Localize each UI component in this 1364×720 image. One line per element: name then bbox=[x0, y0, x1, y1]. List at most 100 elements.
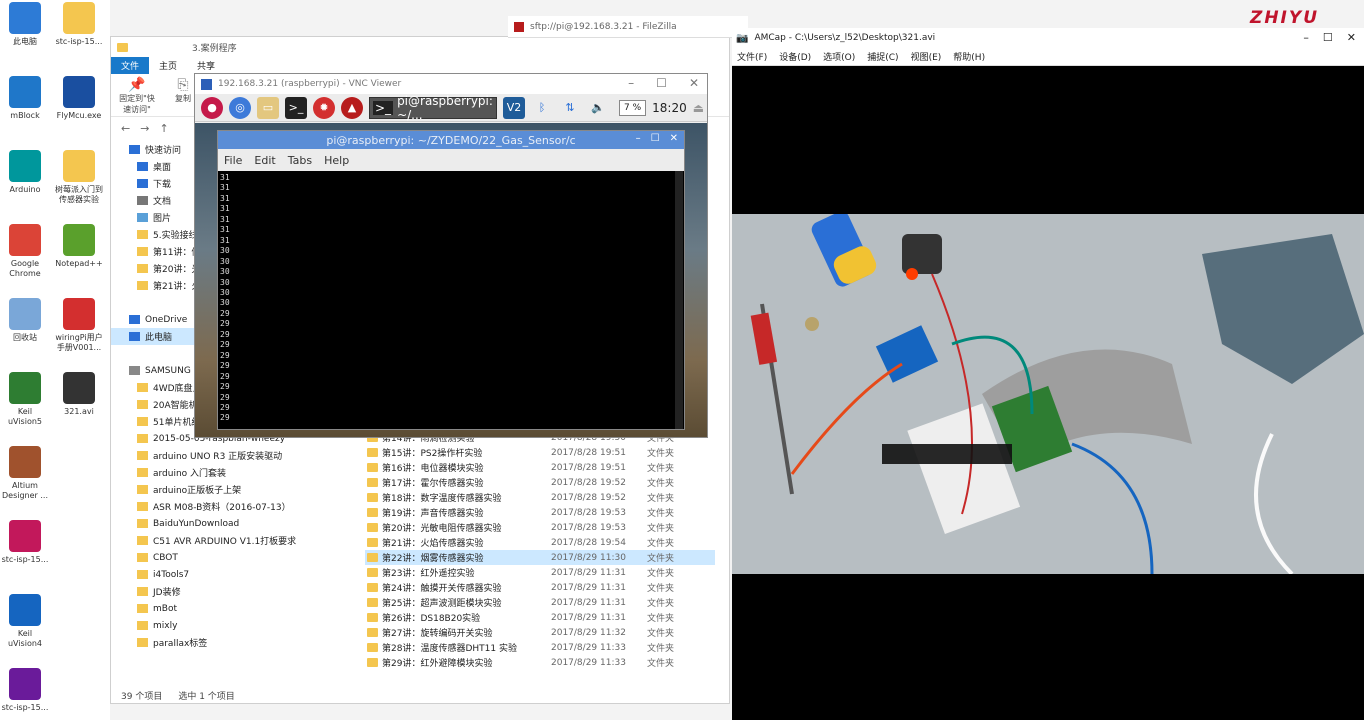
desktop-icon-b1[interactable]: FlyMcu.exe bbox=[54, 76, 104, 121]
brand-logo: ZHIYU bbox=[1250, 8, 1319, 28]
nav-item[interactable]: arduino 入门套装 bbox=[111, 464, 351, 481]
desktop-icon-a7[interactable]: stc-isp-15... bbox=[0, 520, 50, 565]
tab-home[interactable]: 主页 bbox=[149, 57, 187, 74]
desktop-icon-a8[interactable]: Keil uVision4 bbox=[0, 594, 50, 649]
desktop-icon-a3[interactable]: Google Chrome bbox=[0, 224, 50, 279]
folder-icon bbox=[137, 604, 148, 613]
menu-help[interactable]: Help bbox=[324, 154, 349, 167]
terminal-close-icon[interactable]: ✕ bbox=[670, 133, 678, 144]
menu-tabs[interactable]: Tabs bbox=[288, 154, 312, 167]
desktop-icon-label: stc-isp-15... bbox=[1, 555, 49, 564]
browser-icon[interactable]: ◎ bbox=[229, 96, 251, 119]
menu-am-help[interactable]: 帮助(H) bbox=[953, 50, 985, 63]
filezilla-window[interactable]: sftp://pi@192.168.3.21 - FileZilla bbox=[508, 16, 748, 38]
desktop-icon-b5[interactable]: 321.avi bbox=[54, 372, 104, 417]
file-manager-icon[interactable]: ▭ bbox=[257, 96, 279, 119]
vnc-server-icon[interactable]: V2 bbox=[503, 96, 525, 119]
folder-icon bbox=[137, 468, 148, 477]
desktop-icon-a6[interactable]: Altium Designer ... bbox=[0, 446, 50, 501]
menu-file[interactable]: File bbox=[224, 154, 242, 167]
file-name: 第18讲：数字温度传感器实验 bbox=[382, 494, 502, 504]
tab-file[interactable]: 文件 bbox=[111, 56, 150, 74]
file-row[interactable]: 第27讲：旋转编码开关实验 2017/8/29 11:32 文件夹 bbox=[365, 625, 715, 640]
minimize-icon[interactable]: – bbox=[628, 76, 634, 90]
altium-icon bbox=[9, 446, 41, 478]
file-row[interactable]: 第18讲：数字温度传感器实验 2017/8/28 19:52 文件夹 bbox=[365, 490, 715, 505]
mathematica-icon[interactable]: ✹ bbox=[313, 96, 335, 119]
file-row[interactable]: 第24讲：触摸开关传感器实验 2017/8/29 11:31 文件夹 bbox=[365, 580, 715, 595]
nav-item[interactable]: CBOT bbox=[111, 549, 351, 566]
desktop-icon-b4[interactable]: wiringPi用户手册V001... bbox=[54, 298, 104, 353]
network-icon[interactable]: ⇅ bbox=[559, 97, 581, 119]
terminal-task-button[interactable]: >_ pi@raspberrypi: ~/... bbox=[369, 94, 497, 122]
file-row[interactable]: 第21讲：火焰传感器实验 2017/8/28 19:54 文件夹 bbox=[365, 535, 715, 550]
close-icon[interactable]: ✕ bbox=[689, 76, 699, 90]
file-row[interactable]: 第17讲：霍尔传感器实验 2017/8/28 19:52 文件夹 bbox=[365, 475, 715, 490]
menu-am-view[interactable]: 视图(E) bbox=[911, 50, 942, 63]
amcap-minimize-icon[interactable]: – bbox=[1303, 31, 1309, 44]
up-icon[interactable]: ↑ bbox=[159, 122, 168, 135]
file-date: 2017/8/28 19:54 bbox=[551, 537, 626, 548]
file-row[interactable]: 第22讲：烟雾传感器实验 2017/8/29 11:30 文件夹 bbox=[365, 550, 715, 565]
desktop-icon-label: FlyMcu.exe bbox=[56, 111, 102, 120]
nav-item[interactable]: arduino正版板子上架 bbox=[111, 481, 351, 498]
desktop-icon-a2[interactable]: Arduino bbox=[0, 150, 50, 195]
file-row[interactable]: 第26讲：DS18B20实验 2017/8/29 11:31 文件夹 bbox=[365, 610, 715, 625]
nav-item[interactable]: i4Tools7 bbox=[111, 566, 351, 583]
bluetooth-icon[interactable]: ᛒ bbox=[531, 97, 553, 119]
back-icon[interactable]: ← bbox=[121, 122, 130, 135]
amcap-maximize-icon[interactable]: ☐ bbox=[1323, 31, 1333, 44]
file-row[interactable]: 第29讲：红外避障模块实验 2017/8/29 11:33 文件夹 bbox=[365, 655, 715, 670]
folder-icon bbox=[367, 538, 378, 547]
file-type: 文件夹 bbox=[647, 569, 675, 579]
desktop-icon-a1[interactable]: mBlock bbox=[0, 76, 50, 121]
desktop-icon-a4[interactable]: 回收站 bbox=[0, 298, 50, 343]
file-row[interactable]: 第25讲：超声波测距模块实验 2017/8/29 11:31 文件夹 bbox=[365, 595, 715, 610]
amcap-close-icon[interactable]: ✕ bbox=[1347, 31, 1356, 44]
nav-item[interactable]: C51 AVR ARDUINO V1.1打板要求 bbox=[111, 532, 351, 549]
maximize-icon[interactable]: ☐ bbox=[656, 76, 667, 90]
terminal-line: 30 bbox=[220, 267, 230, 277]
nav-item[interactable]: arduino UNO R3 正版安装驱动 bbox=[111, 447, 351, 464]
file-name-cell: 第25讲：超声波测距模块实验 bbox=[365, 596, 551, 609]
file-row[interactable]: 第28讲：温度传感器DHT11 实验 2017/8/29 11:33 文件夹 bbox=[365, 640, 715, 655]
file-row[interactable]: 第20讲：光敏电阻传感器实验 2017/8/28 19:53 文件夹 bbox=[365, 520, 715, 535]
menu-edit[interactable]: Edit bbox=[254, 154, 275, 167]
terminal-output[interactable]: 31 31 31 31 31 31 31 30 30 30 30 30 30 29 29 29 29 29 29 29… bbox=[218, 171, 684, 426]
desktop-icon-a5[interactable]: Keil uVision5 bbox=[0, 372, 50, 427]
desktop-icon-a0[interactable]: 此电脑 bbox=[0, 2, 50, 47]
nav-item[interactable]: parallax标签 bbox=[111, 634, 351, 651]
menu-am-options[interactable]: 选项(O) bbox=[823, 50, 855, 63]
eject-icon[interactable]: ⏏ bbox=[693, 101, 704, 115]
terminal-scrollbar[interactable] bbox=[675, 171, 683, 429]
nav-item-label: arduino UNO R3 正版安装驱动 bbox=[153, 452, 283, 462]
nav-item[interactable]: mixly bbox=[111, 617, 351, 634]
forward-icon[interactable]: → bbox=[140, 122, 149, 135]
desktop-icon-a9[interactable]: stc-isp-15... bbox=[0, 668, 50, 713]
desktop-icon-b2[interactable]: 树莓派入门到传感器实验 bbox=[54, 150, 104, 205]
terminal-maximize-icon[interactable]: ☐ bbox=[651, 133, 660, 144]
file-row[interactable]: 第16讲：电位器模块实验 2017/8/28 19:51 文件夹 bbox=[365, 460, 715, 475]
wolfram-icon[interactable]: ▲ bbox=[341, 96, 363, 119]
pin-quick-access-button[interactable]: 📌 固定到"快速访问" bbox=[117, 77, 157, 114]
pi-desktop: pi@raspberrypi: ~/ZYDEMO/22_Gas_Sensor/c… bbox=[195, 123, 707, 437]
desktop-icon-b3[interactable]: Notepad++ bbox=[54, 224, 104, 269]
tab-share[interactable]: 共享 bbox=[187, 57, 225, 74]
nav-item[interactable]: ASR M08-B资料（2016-07-13） bbox=[111, 498, 351, 515]
nav-item[interactable]: JD装修 bbox=[111, 583, 351, 600]
volume-icon[interactable]: 🔈 bbox=[587, 97, 609, 119]
file-row[interactable]: 第15讲：PS2操作杆实验 2017/8/28 19:51 文件夹 bbox=[365, 445, 715, 460]
menu-am-file[interactable]: 文件(F) bbox=[737, 50, 767, 63]
raspberry-menu-icon[interactable]: ● bbox=[201, 96, 223, 119]
file-row[interactable]: 第19讲：声音传感器实验 2017/8/28 19:53 文件夹 bbox=[365, 505, 715, 520]
terminal-icon[interactable]: >_ bbox=[285, 96, 307, 119]
desktop-icon-b0[interactable]: stc-isp-15... bbox=[54, 2, 104, 47]
menu-am-device[interactable]: 设备(D) bbox=[779, 50, 811, 63]
nav-item[interactable]: mBot bbox=[111, 600, 351, 617]
file-row[interactable]: 第23讲：红外遥控实验 2017/8/29 11:31 文件夹 bbox=[365, 565, 715, 580]
pdf-icon bbox=[63, 298, 95, 330]
amcap-icon: 📷 bbox=[736, 32, 749, 44]
menu-am-capture[interactable]: 捕捉(C) bbox=[867, 50, 898, 63]
nav-item[interactable]: BaiduYunDownload bbox=[111, 515, 351, 532]
terminal-minimize-icon[interactable]: – bbox=[636, 133, 641, 144]
